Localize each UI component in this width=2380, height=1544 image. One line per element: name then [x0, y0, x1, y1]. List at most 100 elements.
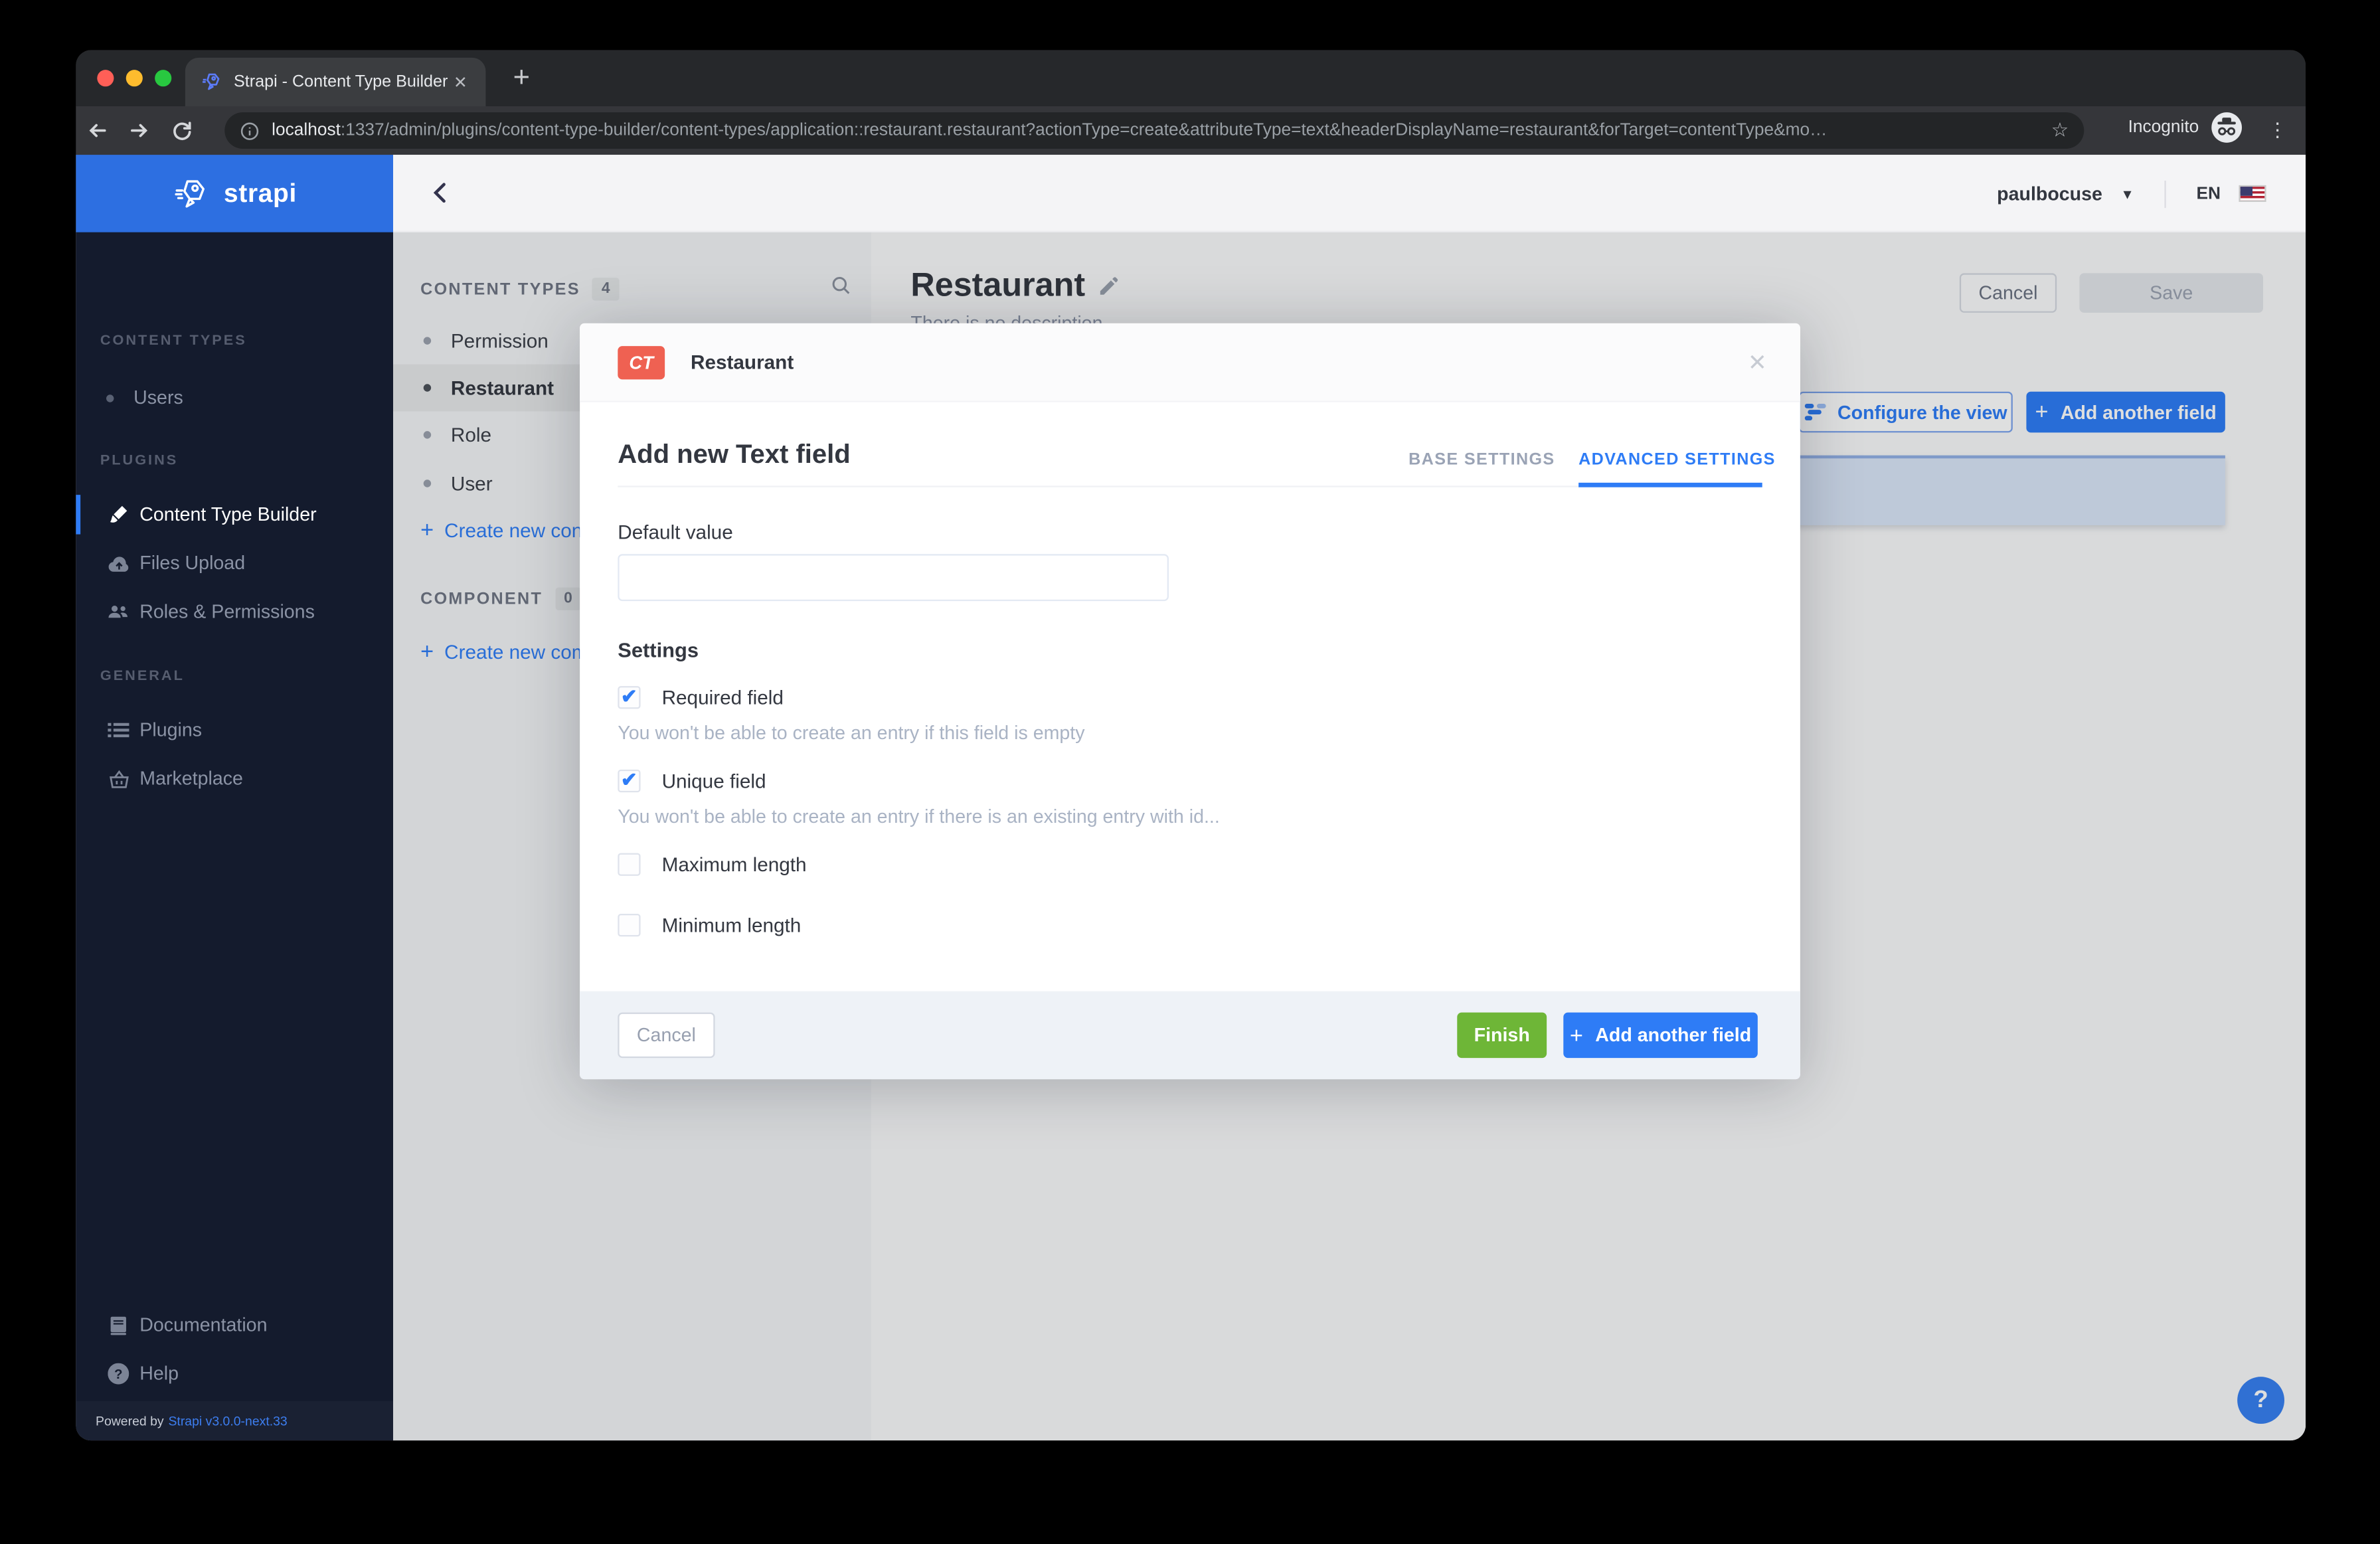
- checkbox-description: You won't be able to create an entry if …: [618, 723, 1084, 744]
- minimum-length-row[interactable]: Minimum length: [618, 914, 801, 936]
- book-icon: [97, 1316, 139, 1335]
- logo-text: strapi: [224, 179, 297, 209]
- sidebar-item-help[interactable]: ? Help: [76, 1351, 393, 1397]
- maximum-length-row[interactable]: Maximum length: [618, 853, 806, 876]
- question-circle-icon: ?: [97, 1363, 139, 1385]
- screen: Strapi - Content Type Builder ✕ + localh…: [0, 0, 2380, 1544]
- sidebar-item-users[interactable]: Users: [76, 375, 393, 421]
- incognito-icon: [2211, 112, 2242, 143]
- checkbox-label: Required field: [662, 686, 784, 709]
- forward-icon[interactable]: [118, 118, 161, 143]
- paintbrush-icon: [97, 504, 139, 525]
- url-host: localhost: [272, 122, 341, 139]
- us-flag-icon[interactable]: [2239, 185, 2266, 202]
- sidebar-item-files-upload[interactable]: Files Upload: [76, 541, 393, 586]
- add-field-label: Add another field: [1595, 1025, 1751, 1046]
- browser-menu-icon[interactable]: ⋮: [2268, 112, 2288, 149]
- default-value-input[interactable]: [618, 554, 1169, 601]
- sidebar-item-documentation[interactable]: Documentation: [76, 1302, 393, 1348]
- strapi-rocket-icon: [172, 175, 210, 212]
- back-icon[interactable]: [76, 118, 118, 143]
- modal-entity-name: Restaurant: [691, 351, 794, 373]
- close-window-icon[interactable]: [97, 70, 114, 86]
- url-path: :1337/admin/plugins/content-type-builder…: [341, 122, 2039, 139]
- divider: [2164, 180, 2166, 207]
- browser-tabstrip: Strapi - Content Type Builder ✕ +: [76, 50, 2306, 106]
- strapi-logo[interactable]: strapi: [76, 155, 393, 232]
- checkbox-icon[interactable]: [618, 853, 640, 876]
- cloud-upload-icon: [97, 553, 139, 573]
- svg-text:?: ?: [114, 1367, 123, 1382]
- sidebar-item-label: Documentation: [139, 1314, 267, 1335]
- url-bar[interactable]: localhost :1337/admin/plugins/content-ty…: [224, 112, 2084, 149]
- bookmark-star-icon[interactable]: ☆: [2051, 118, 2069, 143]
- sidebar-item-label: Users: [133, 387, 183, 408]
- sidebar-item-label: Content Type Builder: [139, 504, 316, 525]
- sidebar-item-label: Plugins: [139, 719, 202, 740]
- sidebar-item-label: Roles & Permissions: [139, 601, 315, 622]
- active-indicator: [76, 495, 80, 534]
- checkbox-label: Unique field: [662, 770, 766, 792]
- sidebar-item-content-type-builder[interactable]: Content Type Builder: [76, 492, 393, 538]
- users-group-icon: [97, 602, 139, 620]
- strapi-favicon-icon: [201, 71, 222, 92]
- bullet-icon: [106, 394, 114, 401]
- incognito-indicator: Incognito: [2128, 112, 2242, 143]
- admin-header: paulbocuse ▼ EN: [393, 155, 2306, 232]
- tab-base-settings[interactable]: BASE SETTINGS: [1408, 451, 1555, 469]
- add-field-modal: CT Restaurant ✕ Add new Text field BASE …: [580, 323, 1800, 1079]
- version-link[interactable]: Strapi v3.0.0-next.33: [168, 1413, 287, 1428]
- content-type-badge: CT: [618, 345, 665, 379]
- sidebar-item-plugins[interactable]: Plugins: [76, 707, 393, 753]
- basket-icon: [97, 769, 139, 789]
- powered-by: Powered by Strapi v3.0.0-next.33: [76, 1401, 393, 1440]
- site-info-icon[interactable]: [240, 121, 260, 141]
- default-value-label: Default value: [618, 521, 732, 543]
- modal-add-another-field-button[interactable]: + Add another field: [1563, 1013, 1758, 1059]
- powered-by-prefix: Powered by: [96, 1413, 164, 1428]
- user-zone: paulbocuse ▼ EN: [1997, 155, 2266, 232]
- finish-button[interactable]: Finish: [1457, 1013, 1547, 1059]
- strapi-admin: strapi CONTENT TYPES Users PLUGINS Conte…: [76, 155, 2306, 1440]
- browser-window: Strapi - Content Type Builder ✕ + localh…: [76, 50, 2306, 1440]
- checkbox-description: You won't be able to create an entry if …: [618, 806, 1220, 827]
- modal-footer: Cancel Finish + Add another field: [580, 991, 1800, 1080]
- reload-icon[interactable]: [161, 118, 203, 143]
- plus-icon: +: [1570, 1022, 1583, 1048]
- sidebar-item-marketplace[interactable]: Marketplace: [76, 756, 393, 802]
- checkbox-icon[interactable]: [618, 686, 640, 709]
- new-tab-icon[interactable]: +: [513, 59, 530, 98]
- tab-advanced-settings[interactable]: ADVANCED SETTINGS: [1578, 451, 1776, 469]
- incognito-label: Incognito: [2128, 118, 2199, 136]
- main-content: CONTENT TYPES 4 Permission Restaurant: [393, 232, 2306, 1440]
- modal-title: Add new Text field: [618, 439, 850, 471]
- sidebar-item-roles-permissions[interactable]: Roles & Permissions: [76, 589, 393, 635]
- active-tab-underline: [1578, 483, 1762, 487]
- modal-cancel-button[interactable]: Cancel: [618, 1013, 715, 1059]
- section-content-types: CONTENT TYPES: [100, 333, 247, 349]
- checkbox-icon[interactable]: [618, 770, 640, 792]
- list-icon: [97, 721, 139, 739]
- browser-tab[interactable]: Strapi - Content Type Builder ✕: [185, 58, 486, 106]
- sidebar-item-label: Files Upload: [139, 553, 245, 574]
- unique-field-row[interactable]: Unique field: [618, 770, 766, 792]
- sidebar-item-label: Marketplace: [139, 768, 243, 790]
- close-icon[interactable]: ✕: [1748, 349, 1767, 377]
- maximize-window-icon[interactable]: [155, 70, 171, 86]
- left-sidebar: strapi CONTENT TYPES Users PLUGINS Conte…: [76, 155, 393, 1440]
- minimize-window-icon[interactable]: [126, 70, 143, 86]
- back-chevron-icon[interactable]: [426, 176, 454, 217]
- locale-label[interactable]: EN: [2196, 185, 2221, 203]
- required-field-row[interactable]: Required field: [618, 686, 784, 709]
- tab-close-icon[interactable]: ✕: [450, 72, 470, 92]
- username[interactable]: paulbocuse: [1997, 183, 2102, 204]
- checkbox-icon[interactable]: [618, 914, 640, 936]
- sidebar-item-label: Help: [139, 1363, 179, 1385]
- settings-label: Settings: [618, 639, 699, 661]
- checkbox-label: Minimum length: [662, 914, 802, 936]
- chevron-down-icon[interactable]: ▼: [2120, 186, 2134, 201]
- tab-title: Strapi - Content Type Builder: [234, 73, 450, 91]
- section-general: GENERAL: [100, 668, 185, 685]
- section-plugins: PLUGINS: [100, 452, 178, 469]
- checkbox-label: Maximum length: [662, 853, 807, 876]
